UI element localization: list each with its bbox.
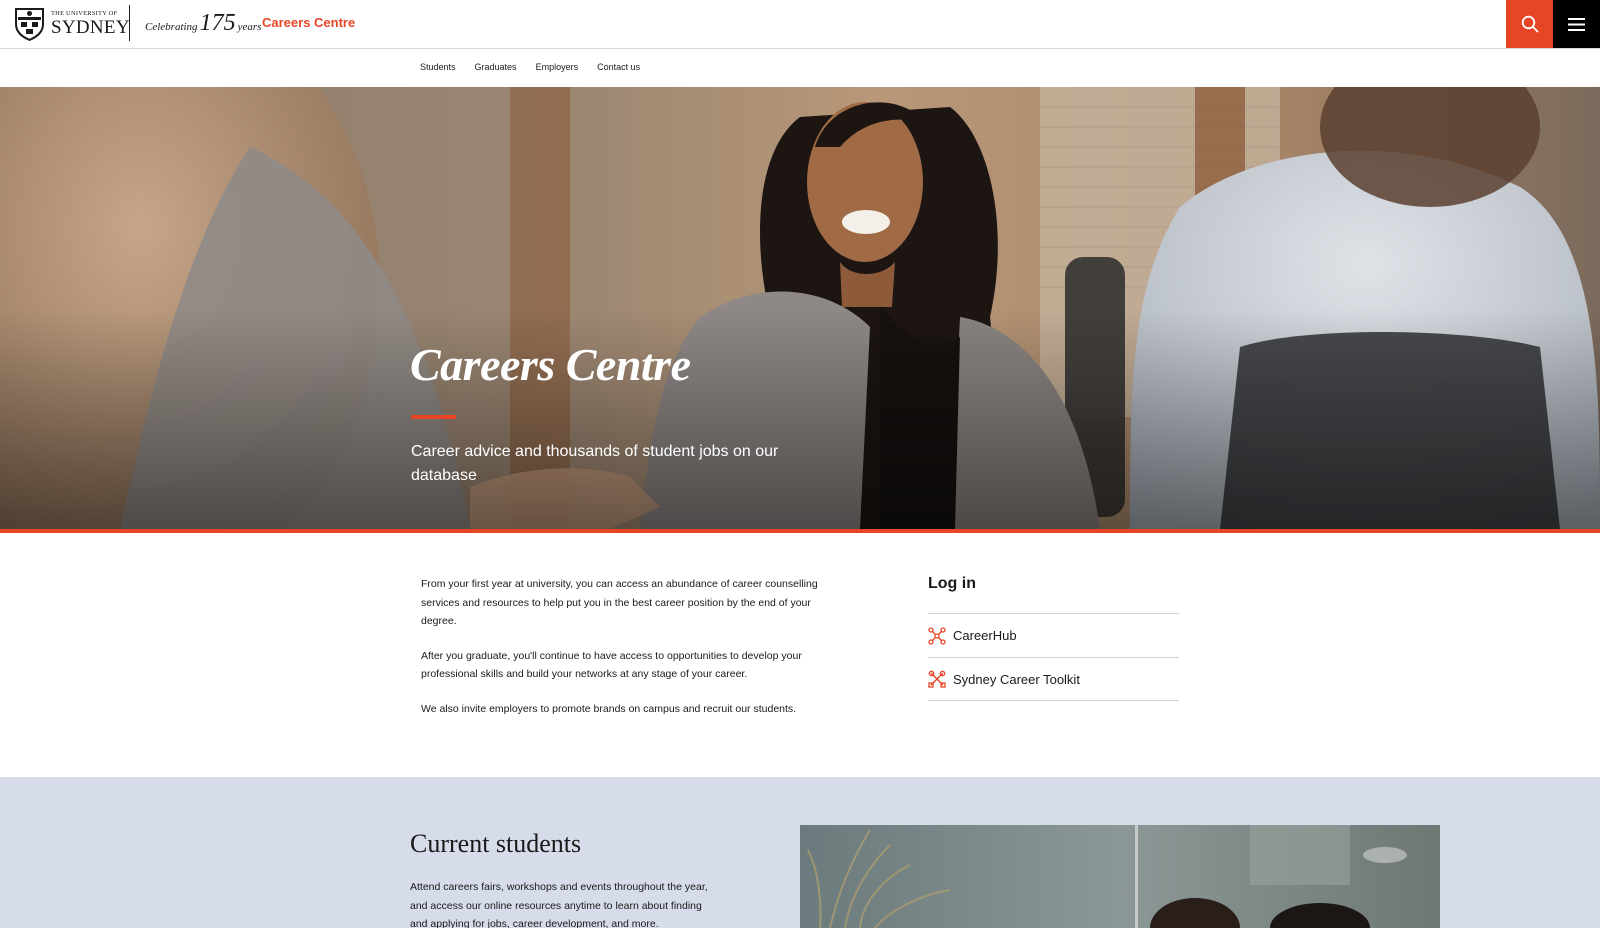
anniversary-celebrating: Celebrating [145,21,198,33]
secondary-nav-list: Students Graduates Employers Contact us [420,62,659,72]
site-name-link[interactable]: Careers Centre [262,15,355,30]
anniversary-number: 175 [199,10,236,36]
current-students-section: Current students Attend careers fairs, w… [0,777,1600,928]
intro-text: From your first year at university, you … [421,575,846,734]
nav-item-contact-us[interactable]: Contact us [597,62,640,72]
hero-bottom-bar [0,529,1600,533]
search-button[interactable] [1506,0,1553,48]
hamburger-menu-icon [1568,17,1585,31]
anniversary-badge: Celebrating 175 years [145,10,261,37]
intro-paragraph: After you graduate, you'll continue to h… [421,649,802,681]
nav-item-students[interactable]: Students [420,62,456,72]
students-photo [800,825,1440,928]
university-wordmark: THE UNIVERSITY OF SYDNEY [51,10,130,39]
hero-title: Careers Centre [410,339,691,390]
header-divider [129,5,130,41]
current-students-heading: Current students [410,829,582,858]
nav-item-employers[interactable]: Employers [536,62,579,72]
nav-item-graduates[interactable]: Graduates [475,62,517,72]
hero-accent-rule [411,415,456,419]
login-panel: Log in CareerHub Sydney Career Toolkit [928,575,1179,701]
hero-subtitle: Career advice and thousands of student j… [411,443,779,484]
university-crest-icon [15,8,44,41]
tools-icon [928,670,946,688]
anniversary-years: years [237,21,262,33]
site-header: THE UNIVERSITY OF SYDNEY Celebrating 175… [0,0,1600,49]
login-heading: Log in [928,575,976,592]
network-icon [928,626,946,645]
hero-banner: Careers Centre Career advice and thousan… [0,87,1600,529]
intro-paragraph: From your first year at university, you … [421,578,818,627]
intro-paragraph: We also invite employers to promote bran… [421,702,797,715]
menu-button[interactable] [1553,0,1600,48]
university-logo[interactable]: THE UNIVERSITY OF SYDNEY [13,6,130,42]
current-students-body: Attend careers fairs, workshops and even… [410,881,708,928]
university-wordmark-big: SYDNEY [51,17,130,39]
careerhub-label: CareerHub [953,628,1017,643]
secondary-nav: Students Graduates Employers Contact us [0,49,1600,87]
career-toolkit-label: Sydney Career Toolkit [953,671,1080,687]
search-icon [1521,15,1538,33]
careerhub-link[interactable]: CareerHub [928,613,1179,657]
career-toolkit-link[interactable]: Sydney Career Toolkit [928,657,1179,701]
